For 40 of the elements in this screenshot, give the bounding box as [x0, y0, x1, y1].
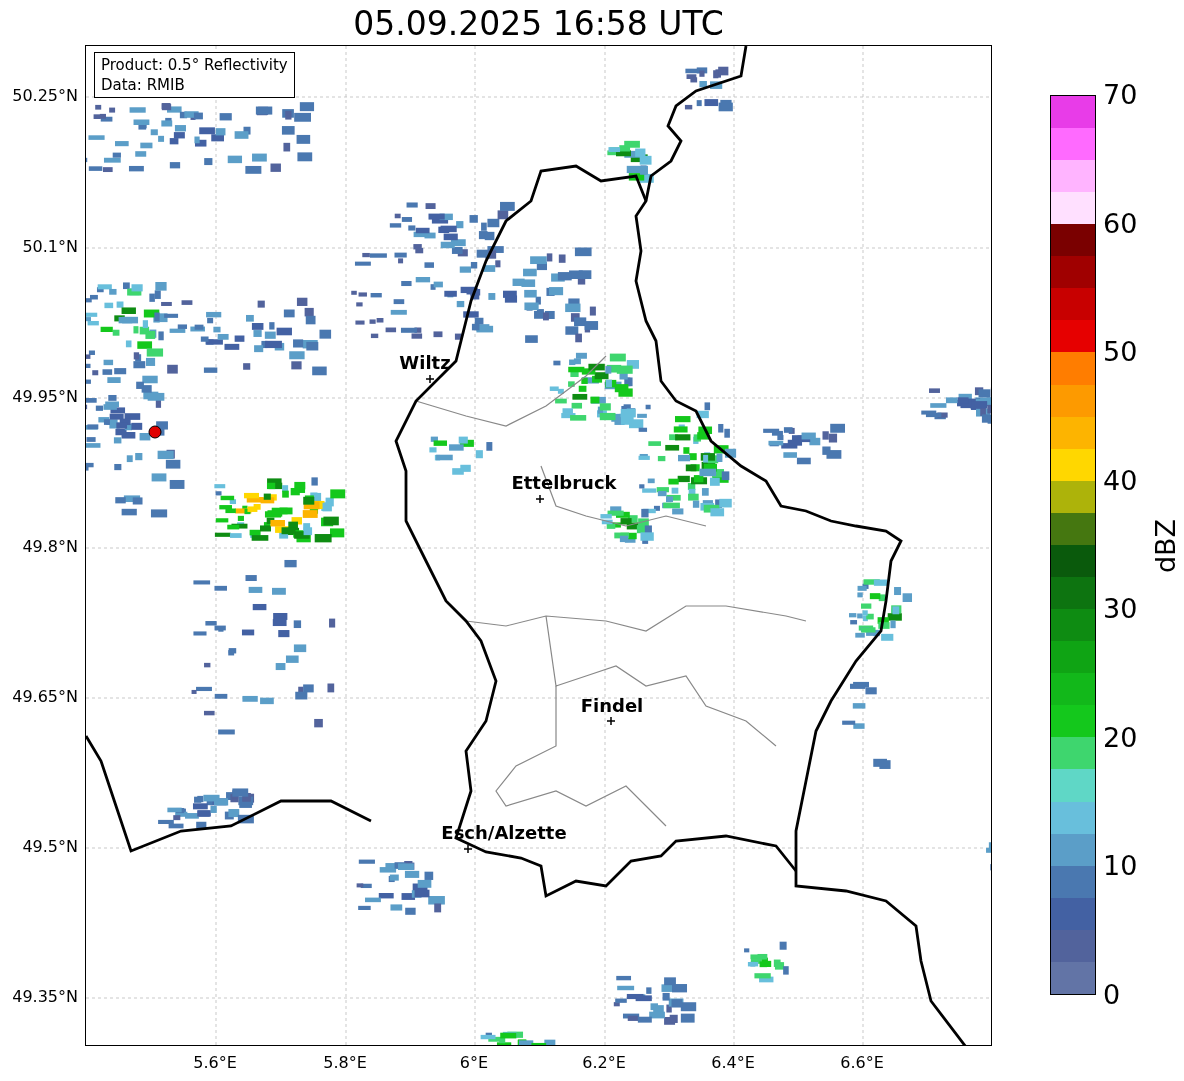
radar-echo — [429, 436, 493, 475]
colorbar-tick-label: 0 — [1103, 979, 1121, 1011]
latitude-label: 49.5°N — [22, 837, 78, 857]
longitude-label: 6.2°E — [581, 1053, 627, 1073]
latitude-label: 49.35°N — [12, 987, 78, 1007]
radar-echo — [986, 842, 991, 871]
radar-echo — [849, 579, 912, 641]
colorbar-tick-label: 40 — [1103, 464, 1138, 497]
city-marker-icon — [463, 844, 473, 854]
longitude-label: 6°E — [458, 1053, 490, 1073]
city-marker-icon — [425, 374, 435, 384]
latitude-label: 49.8°N — [22, 537, 78, 557]
colorbar-tick-label: 30 — [1103, 593, 1138, 626]
colorbar-label: dBZ — [1150, 517, 1182, 576]
longitude-label: 5.8°E — [322, 1053, 368, 1073]
info-text: Data: RMIB — [101, 75, 186, 95]
latitude-label: 50.1°N — [22, 237, 78, 257]
radar-echo — [684, 66, 733, 112]
colorbar-tick-label: 50 — [1103, 336, 1138, 369]
longitude-label: 6.6°E — [839, 1053, 885, 1073]
radar-echo — [744, 941, 789, 983]
city-label: Findel — [580, 695, 644, 717]
longitude-label: 6.4°E — [710, 1053, 756, 1073]
radar-site-icon — [148, 425, 162, 439]
radar-echo — [607, 140, 654, 183]
latitude-label: 50.25°N — [12, 86, 78, 106]
city-marker-icon — [535, 494, 545, 504]
colorbar-tick-label: 60 — [1103, 207, 1138, 240]
radar-echo — [921, 387, 991, 424]
chart-title: 05.09.2025 16:58 UTC — [352, 3, 725, 45]
colorbar-tick-label: 70 — [1103, 79, 1138, 111]
city-label: Ettelbruck — [511, 472, 617, 494]
colorbar-tick-label: 10 — [1103, 850, 1138, 883]
city-marker-icon — [606, 716, 616, 726]
longitude-label: 5.6°E — [192, 1053, 238, 1073]
city-label: Wiltz — [399, 352, 451, 374]
latitude-label: 49.95°N — [12, 387, 78, 407]
colorbar-tick-label: 20 — [1103, 721, 1138, 754]
info-text: Product: 0.5° Reflectivity — [101, 55, 288, 75]
latitude-label: 49.65°N — [12, 687, 78, 707]
